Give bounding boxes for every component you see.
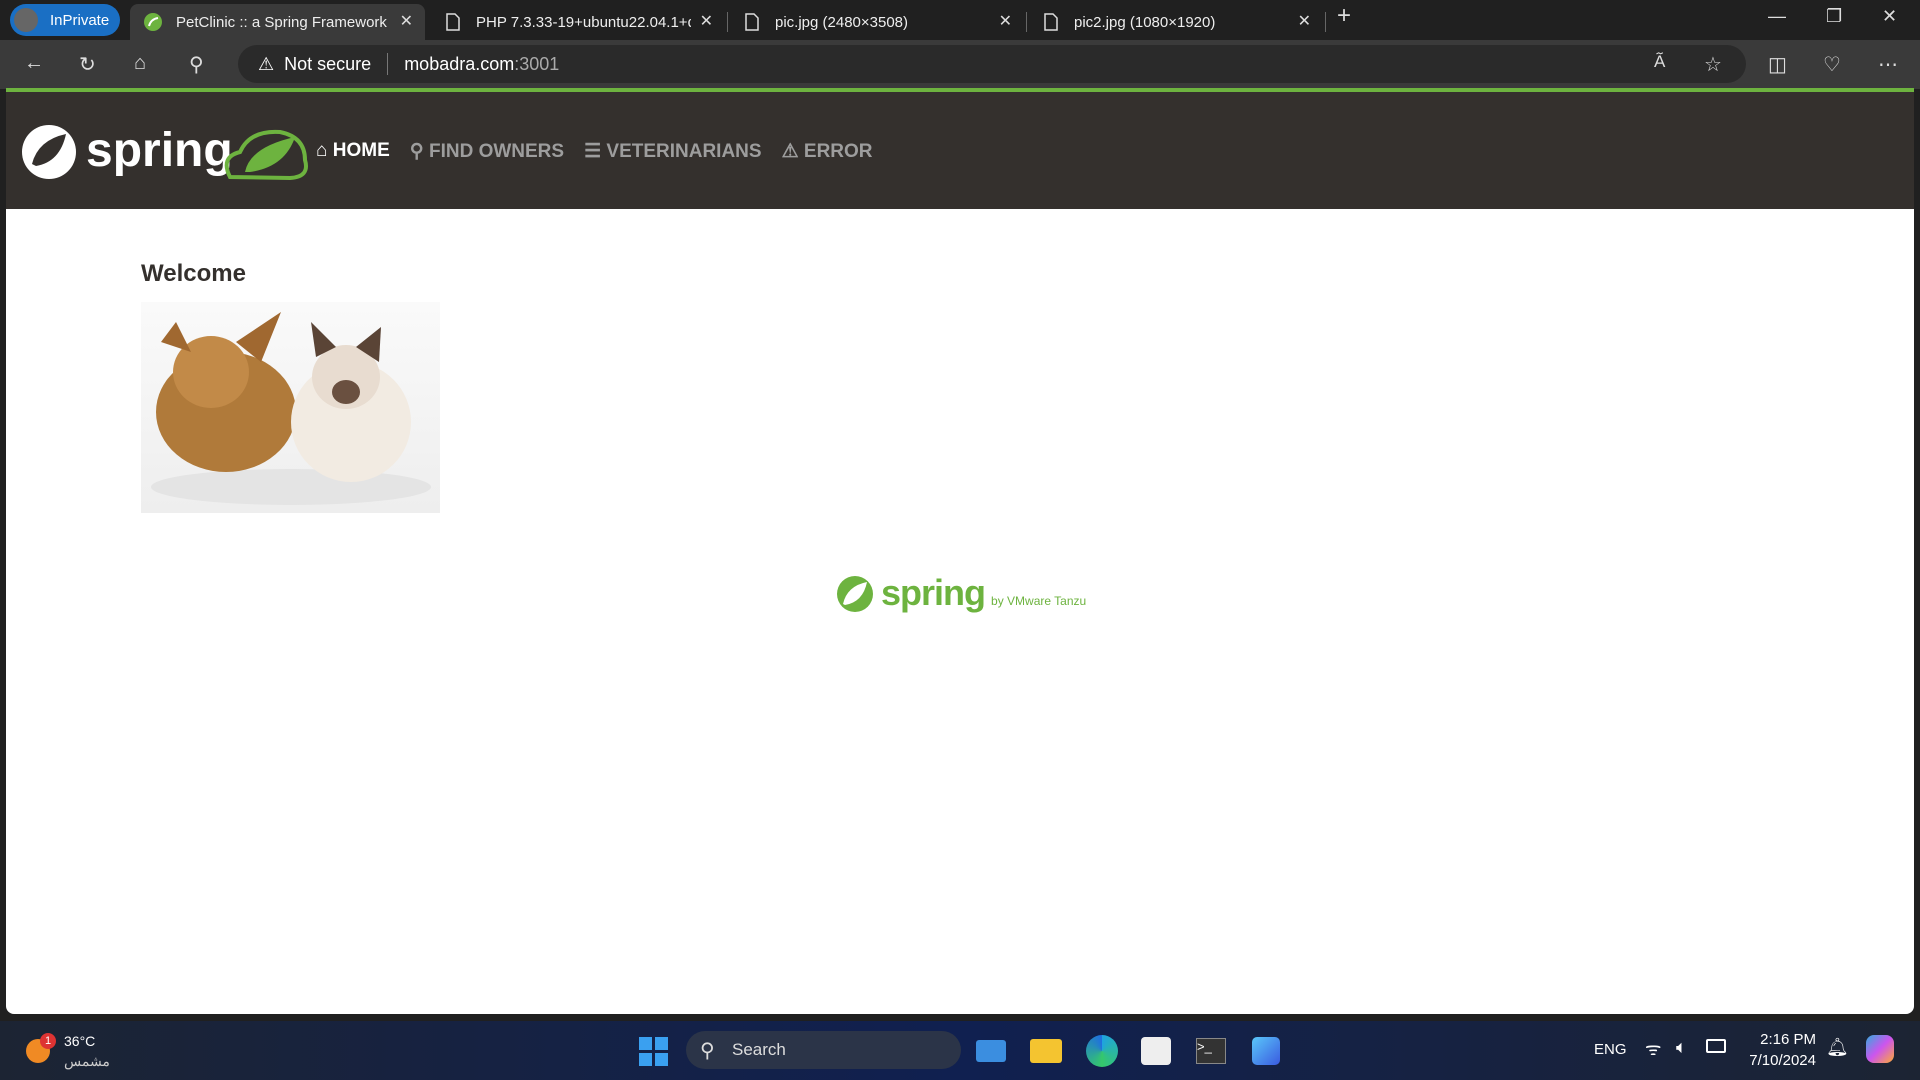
more-menu-icon[interactable]: ⋯ <box>1878 52 1898 77</box>
url-port: :3001 <box>514 53 560 74</box>
page-icon <box>1044 13 1058 31</box>
tab-pic2[interactable]: pic2.jpg (1080×1920) ✕ <box>1028 4 1323 40</box>
edge-browser-icon[interactable] <box>1086 1035 1118 1067</box>
read-aloud-icon[interactable]: A᷉ <box>1654 52 1665 72</box>
minimize-button[interactable]: — <box>1768 6 1786 27</box>
tab-title: pic2.jpg (1080×1920) <box>1074 13 1216 31</box>
close-tab-icon[interactable]: ✕ <box>400 11 413 31</box>
page-icon <box>446 13 460 31</box>
svg-text:spring: spring <box>86 124 233 177</box>
copilot-icon[interactable] <box>1866 1035 1894 1063</box>
footer-logo: spring by VMware Tanzu <box>835 572 1086 614</box>
temperature: 36°C <box>64 1033 96 1049</box>
split-screen-icon[interactable]: ◫ <box>1768 52 1787 77</box>
search-icon: ⚲ <box>409 141 429 162</box>
tab-bar: InPrivate PetClinic :: a Spring Framewor… <box>0 0 1920 40</box>
weather-badge: 1 <box>40 1033 56 1049</box>
spring-logo[interactable]: spring <box>20 122 310 187</box>
address-toolbar: ← ↻ ⌂ ⚲ ⚠ Not secure mobadra.com:3001 A᷉… <box>0 40 1920 89</box>
language-indicator[interactable]: ENG <box>1594 1041 1627 1058</box>
favorite-star-icon[interactable]: ☆ <box>1704 52 1722 77</box>
store-icon[interactable] <box>1141 1037 1171 1065</box>
tab-title: PHP 7.3.33-19+ubuntu22.04.1+deb.sury.org… <box>476 13 691 31</box>
inprivate-badge[interactable]: InPrivate <box>10 4 120 36</box>
security-label[interactable]: Not secure <box>284 54 371 75</box>
url-host: mobadra.com <box>404 53 515 74</box>
close-window-button[interactable]: ✕ <box>1882 6 1897 27</box>
search-icon: ⚲ <box>700 1039 715 1062</box>
warning-icon[interactable]: ⚠ <box>258 54 274 75</box>
file-explorer-icon[interactable] <box>1030 1039 1062 1063</box>
page-title: Welcome <box>141 260 246 287</box>
notification-bell-icon[interactable]: 🔔︎ <box>1826 1037 1849 1058</box>
dog-and-cat-image <box>151 312 431 505</box>
clock-date[interactable]: 7/10/2024 <box>1736 1052 1816 1069</box>
profile-avatar <box>14 8 38 32</box>
nav-home[interactable]: ⌂ HOME <box>316 140 390 163</box>
footer-brand: spring <box>881 572 986 613</box>
clock-time[interactable]: 2:16 PM <box>1756 1031 1816 1048</box>
taskbar-search[interactable]: ⚲ Search <box>686 1031 961 1069</box>
tab-title: PetClinic :: a Spring Framework demonstr… <box>176 13 391 31</box>
windows-start-icon[interactable] <box>639 1037 668 1066</box>
nav-veterinarians[interactable]: ☰ VETERINARIANS <box>584 140 762 163</box>
web-page: spring ⌂ HOME ⚲ FIND OWNERS ☰ VETERINARI… <box>6 92 1914 1014</box>
address-bar[interactable]: ⚠ Not secure mobadra.com:3001 <box>238 45 1746 83</box>
close-tab-icon[interactable]: ✕ <box>1298 11 1311 31</box>
back-button[interactable]: ← <box>24 52 44 75</box>
tab-php[interactable]: PHP 7.3.33-19+ubuntu22.04.1+deb.sury.org… <box>430 4 725 40</box>
mail-icon[interactable] <box>976 1040 1006 1062</box>
photos-icon[interactable] <box>1252 1037 1280 1065</box>
list-icon: ☰ <box>584 141 607 162</box>
close-tab-icon[interactable]: ✕ <box>999 11 1012 31</box>
spring-leaf-icon <box>144 13 162 31</box>
inprivate-label: InPrivate <box>50 11 110 29</box>
new-tab-button[interactable]: + <box>1337 2 1351 30</box>
main-menu: ⌂ HOME ⚲ FIND OWNERS ☰ VETERINARIANS ⚠ E… <box>316 140 873 163</box>
battery-icon[interactable] <box>1706 1039 1726 1053</box>
warning-icon: ⚠ <box>781 141 804 162</box>
navbar: spring ⌂ HOME ⚲ FIND OWNERS ☰ VETERINARI… <box>6 92 1914 209</box>
search-label: Search <box>732 1040 786 1059</box>
spring-leaf-icon <box>837 576 873 612</box>
taskbar: 1 36°C مشمس ⚲ Search >_ ENG ᯤ 🔈︎ 2:16 PM … <box>0 1021 1920 1080</box>
weather-condition: مشمس <box>64 1053 110 1069</box>
nav-error[interactable]: ⚠ ERROR <box>782 140 873 163</box>
terminal-icon[interactable]: >_ <box>1196 1038 1226 1064</box>
footer-tagline: by VMware Tanzu <box>991 594 1087 608</box>
search-button[interactable]: ⚲ <box>189 52 204 77</box>
close-tab-icon[interactable]: ✕ <box>700 11 713 31</box>
tab-title: pic.jpg (2480×3508) <box>775 13 909 31</box>
volume-icon[interactable]: 🔈︎ <box>1676 1037 1687 1058</box>
home-icon: ⌂ <box>316 140 333 161</box>
nav-find-owners[interactable]: ⚲ FIND OWNERS <box>410 140 564 163</box>
refresh-button[interactable]: ↻ <box>79 52 96 77</box>
tab-petclinic[interactable]: PetClinic :: a Spring Framework demonstr… <box>130 4 425 40</box>
wifi-icon[interactable]: ᯤ <box>1645 1037 1661 1061</box>
pets-image <box>141 302 440 513</box>
page-icon <box>745 13 759 31</box>
tab-pic[interactable]: pic.jpg (2480×3508) ✕ <box>729 4 1024 40</box>
spring-logo-icon: spring <box>22 124 308 181</box>
restore-button[interactable]: ❐ <box>1826 6 1842 27</box>
home-button[interactable]: ⌂ <box>134 52 146 75</box>
browser-essentials-icon[interactable]: ♡ <box>1823 52 1841 77</box>
